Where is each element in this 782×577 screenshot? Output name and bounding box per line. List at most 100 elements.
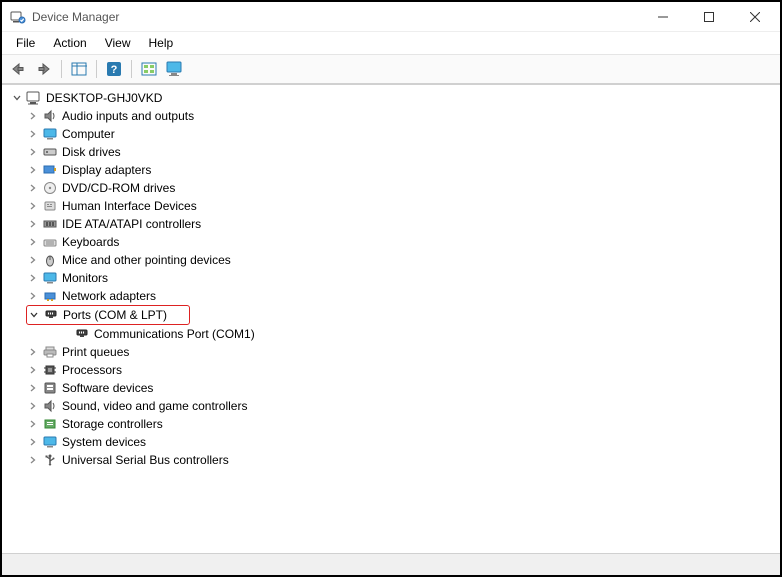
tree-item-ports[interactable]: Ports (COM & LPT) [27,306,171,324]
keyboard-icon [42,234,58,250]
chevron-right-icon[interactable] [26,289,40,303]
tree-item-storage[interactable]: Storage controllers [4,415,778,433]
ide-icon [42,216,58,232]
disk-icon [42,144,58,160]
chevron-right-icon[interactable] [26,181,40,195]
tree-item-label: Processors [62,363,122,377]
chevron-right-icon[interactable] [26,235,40,249]
port-icon [74,326,90,342]
tree-item-display[interactable]: Display adapters [4,161,778,179]
tree-item-disk[interactable]: Disk drives [4,143,778,161]
hid-icon [42,198,58,214]
minimize-button[interactable] [640,3,686,31]
maximize-button[interactable] [686,3,732,31]
tree-item-keyboards[interactable]: Keyboards [4,233,778,251]
chevron-right-icon[interactable] [26,363,40,377]
tree-item-computer[interactable]: Computer [4,125,778,143]
show-hide-console-button[interactable] [67,58,91,80]
tree-item-softwaredev[interactable]: Software devices [4,379,778,397]
tree-item-usb[interactable]: Universal Serial Bus controllers [4,451,778,469]
device-manager-icon [10,9,26,25]
mouse-icon [42,252,58,268]
tree-item-label: DVD/CD-ROM drives [62,181,175,195]
chevron-right-icon[interactable] [26,453,40,467]
tree-item-label: Communications Port (COM1) [94,327,255,341]
close-button[interactable] [732,3,778,31]
back-button[interactable] [6,58,30,80]
tree-item-sound[interactable]: Sound, video and game controllers [4,397,778,415]
chevron-right-icon[interactable] [26,271,40,285]
tree-item-ide[interactable]: IDE ATA/ATAPI controllers [4,215,778,233]
chevron-right-icon[interactable] [26,127,40,141]
tree-item-label: Universal Serial Bus controllers [62,453,229,467]
toolbar-separator [131,60,132,78]
monitor-toolbar-icon[interactable] [163,58,187,80]
svg-text:?: ? [111,64,118,76]
tree-item-label: Network adapters [62,289,156,303]
scan-hardware-button[interactable] [137,58,161,80]
tree-item-label: Human Interface Devices [62,199,197,213]
chevron-down-icon[interactable] [27,308,41,322]
window-title: Device Manager [32,10,640,24]
tree-item-label: Keyboards [62,235,119,249]
menu-file[interactable]: File [8,34,43,52]
monitor-icon [42,126,58,142]
computer-icon [26,90,42,106]
printer-icon [42,344,58,360]
tree-item-label: Storage controllers [62,417,163,431]
tree-root[interactable]: DESKTOP-GHJ0VKD [4,89,778,107]
forward-button[interactable] [32,58,56,80]
tree-item-label: System devices [62,435,146,449]
tree-item-label: Display adapters [62,163,151,177]
menubar: File Action View Help [2,32,780,55]
tree-item-network[interactable]: Network adapters [4,287,778,305]
tree-item-label: Software devices [62,381,153,395]
chevron-right-icon[interactable] [26,435,40,449]
tree-item-label: Monitors [62,271,108,285]
tree-item-mice[interactable]: Mice and other pointing devices [4,251,778,269]
device-tree[interactable]: DESKTOP-GHJ0VKD Audio inputs and outputs… [2,84,780,547]
tree-item-hid[interactable]: Human Interface Devices [4,197,778,215]
chevron-right-icon[interactable] [26,217,40,231]
monitor-icon [42,270,58,286]
statusbar [2,553,780,575]
window-controls [640,3,778,31]
menu-view[interactable]: View [97,34,139,52]
tree-item-audio[interactable]: Audio inputs and outputs [4,107,778,125]
tree-item-label: Audio inputs and outputs [62,109,194,123]
toolbar-separator [96,60,97,78]
help-button[interactable]: ? [102,58,126,80]
tree-item-com1[interactable]: Communications Port (COM1) [4,325,778,343]
tree-item-dvd[interactable]: DVD/CD-ROM drives [4,179,778,197]
speaker-icon [42,398,58,414]
chevron-right-icon[interactable] [26,399,40,413]
storage-icon [42,416,58,432]
tree-root-label: DESKTOP-GHJ0VKD [46,91,162,105]
usb-icon [42,452,58,468]
tree-item-label: Ports (COM & LPT) [63,308,167,322]
tree-item-sysdev[interactable]: System devices [4,433,778,451]
port-icon [43,307,59,323]
tree-item-printqueues[interactable]: Print queues [4,343,778,361]
tree-item-monitors[interactable]: Monitors [4,269,778,287]
chevron-right-icon[interactable] [26,199,40,213]
chevron-right-icon[interactable] [26,253,40,267]
tree-item-label: Mice and other pointing devices [62,253,231,267]
tree-item-label: IDE ATA/ATAPI controllers [62,217,201,231]
titlebar: Device Manager [2,2,780,32]
tree-item-ports-highlighted: Ports (COM & LPT) [26,305,190,325]
chevron-right-icon[interactable] [26,345,40,359]
system-icon [42,434,58,450]
toolbar: ? [2,55,780,84]
tree-item-label: Sound, video and game controllers [62,399,247,413]
chevron-right-icon[interactable] [26,109,40,123]
tree-item-processors[interactable]: Processors [4,361,778,379]
cd-icon [42,180,58,196]
menu-action[interactable]: Action [45,34,94,52]
chevron-down-icon[interactable] [10,91,24,105]
menu-help[interactable]: Help [141,34,182,52]
chevron-right-icon[interactable] [26,381,40,395]
chevron-right-icon[interactable] [26,163,40,177]
chevron-right-icon[interactable] [26,417,40,431]
chevron-right-icon[interactable] [26,145,40,159]
